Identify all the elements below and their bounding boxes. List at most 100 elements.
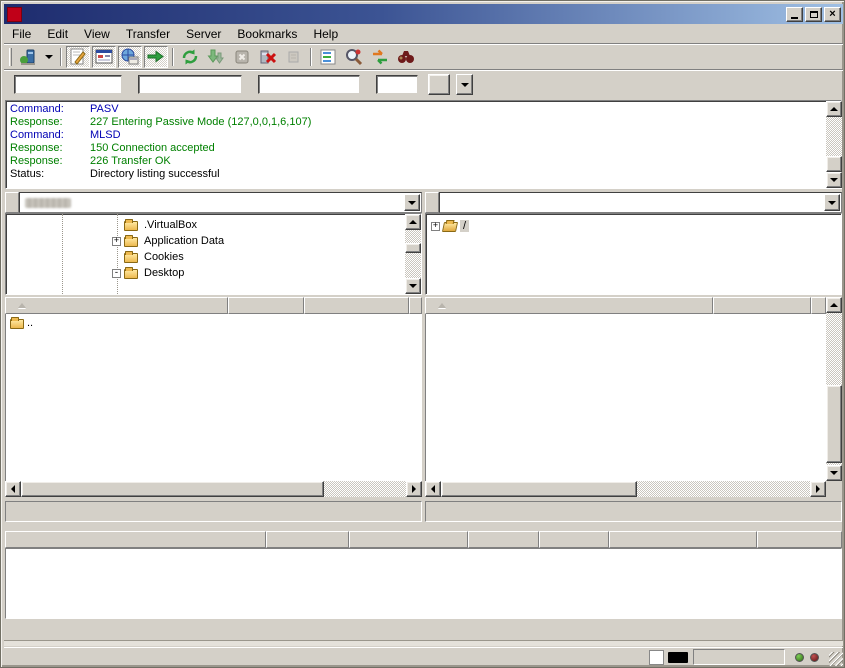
local-tree-scroll-up[interactable] — [405, 214, 421, 230]
local-directory-tree[interactable]: .VirtualBox + Application Data Cookies -… — [5, 213, 422, 295]
tree-item-label: / — [460, 220, 469, 232]
transfer-queue-list[interactable] — [5, 548, 842, 619]
menu-item[interactable]: Transfer — [118, 26, 178, 42]
disconnect-button[interactable] — [256, 46, 280, 68]
activity-led-red — [810, 653, 819, 662]
filezilla-app-icon — [7, 7, 22, 22]
tree-expander-icon[interactable]: + — [431, 222, 440, 231]
toggle-local-tree-button[interactable] — [92, 46, 116, 68]
column-header-last-modified[interactable] — [409, 297, 422, 314]
find-files-button[interactable] — [394, 46, 418, 68]
username-input[interactable] — [138, 75, 242, 94]
minimize-button[interactable] — [786, 7, 803, 22]
remote-site-combo-arrow[interactable] — [824, 194, 840, 211]
tree-expander-icon[interactable]: - — [112, 269, 121, 278]
local-tree-scroll-thumb[interactable] — [405, 243, 421, 253]
local-hscroll-left[interactable] — [5, 481, 21, 497]
local-tree-scroll-down[interactable] — [405, 278, 421, 294]
column-header-filetype[interactable] — [304, 297, 409, 314]
remote-hscroll-right[interactable] — [810, 481, 826, 497]
title-bar[interactable]: × — [4, 4, 843, 24]
local-site-bar — [5, 192, 422, 213]
remote-hscroll-left[interactable] — [425, 481, 441, 497]
log-scroll-up[interactable] — [826, 101, 842, 117]
local-hscroll-right[interactable] — [406, 481, 422, 497]
data-type-icon[interactable] — [649, 650, 664, 665]
column-header-filename[interactable] — [5, 297, 228, 314]
local-site-label — [5, 192, 19, 213]
local-site-combo[interactable] — [19, 192, 422, 213]
remote-vscroll-thumb[interactable] — [826, 385, 842, 463]
cancel-operation-button[interactable] — [230, 46, 254, 68]
log-scroll-thumb[interactable] — [826, 156, 842, 172]
menu-item[interactable]: Edit — [39, 26, 76, 42]
tree-item[interactable]: .VirtualBox — [6, 217, 421, 233]
directory-filters-button[interactable] — [316, 46, 340, 68]
open-folder-icon — [442, 222, 458, 232]
quickconnect-button[interactable] — [428, 74, 450, 95]
menu-item[interactable]: Help — [305, 26, 346, 42]
arrow-right-icon — [816, 485, 820, 493]
menu-item[interactable]: View — [76, 26, 118, 42]
refresh-button[interactable] — [178, 46, 202, 68]
column-header-priority[interactable] — [539, 531, 609, 548]
menu-item[interactable]: File — [4, 26, 39, 42]
quickconnect-bar — [4, 71, 843, 98]
site-manager-dropdown[interactable] — [42, 46, 56, 68]
column-header-filesize[interactable] — [713, 297, 811, 314]
tree-expander-icon[interactable]: + — [112, 237, 121, 246]
maximize-button[interactable] — [805, 7, 822, 22]
arrow-down-icon — [830, 471, 838, 475]
remote-site-combo[interactable] — [439, 192, 842, 213]
filezilla-window: × FileEditViewTransferServerBookmarksHel… — [0, 0, 845, 668]
close-button[interactable]: × — [824, 7, 841, 22]
directory-comparison-button[interactable] — [342, 46, 366, 68]
port-input[interactable] — [376, 75, 418, 94]
column-header-server-local-file[interactable] — [5, 531, 266, 548]
tree-item[interactable]: + / — [426, 218, 841, 234]
local-site-combo-arrow[interactable] — [404, 194, 420, 211]
folder-icon — [124, 253, 138, 263]
local-hscroll-thumb[interactable] — [21, 481, 324, 497]
menu-item[interactable]: Server — [178, 26, 229, 42]
log-scroll-down[interactable] — [826, 172, 842, 188]
column-header-filename[interactable] — [425, 297, 713, 314]
status-bar — [4, 647, 843, 666]
quickconnect-dropdown[interactable] — [456, 74, 473, 95]
local-tree-scroll-track[interactable] — [405, 230, 421, 278]
toolbar-grip[interactable] — [9, 48, 12, 66]
file-name: .. — [27, 317, 33, 329]
host-input[interactable] — [14, 75, 122, 94]
speed-limit-icon[interactable] — [668, 652, 688, 663]
column-header-status[interactable] — [609, 531, 757, 548]
tree-item[interactable]: + Application Data — [6, 233, 421, 249]
menu-item[interactable]: Bookmarks — [229, 26, 305, 42]
password-input[interactable] — [258, 75, 360, 94]
remote-hscroll-track[interactable] — [637, 481, 810, 497]
reconnect-button[interactable] — [282, 46, 306, 68]
column-header-direction[interactable] — [266, 531, 349, 548]
column-header-size[interactable] — [468, 531, 539, 548]
column-header-remote-file[interactable] — [349, 531, 468, 548]
process-queue-button[interactable] — [204, 46, 228, 68]
remote-hscroll-thumb[interactable] — [441, 481, 637, 497]
redacted-username — [25, 198, 71, 208]
remote-vscroll-down[interactable] — [826, 465, 842, 481]
log-line-label: Response: — [10, 116, 90, 129]
synchronized-browsing-button[interactable] — [368, 46, 392, 68]
resize-grip[interactable] — [829, 652, 843, 666]
remote-directory-tree[interactable]: + / — [425, 213, 842, 295]
tree-item[interactable]: Cookies — [6, 249, 421, 265]
column-header-filesize[interactable] — [228, 297, 304, 314]
site-manager-button[interactable] — [16, 46, 40, 68]
remote-vscroll-up[interactable] — [826, 297, 842, 313]
local-file-list[interactable]: .. — [5, 314, 422, 481]
toggle-message-log-button[interactable] — [66, 46, 90, 68]
local-hscroll-track[interactable] — [324, 481, 406, 497]
tree-item[interactable]: - Desktop — [6, 265, 421, 281]
toggle-transfer-queue-button[interactable] — [144, 46, 168, 68]
file-row[interactable]: .. — [6, 314, 422, 331]
remote-file-list[interactable] — [425, 314, 826, 481]
toggle-remote-tree-button[interactable] — [118, 46, 142, 68]
tab-strip — [4, 640, 843, 646]
